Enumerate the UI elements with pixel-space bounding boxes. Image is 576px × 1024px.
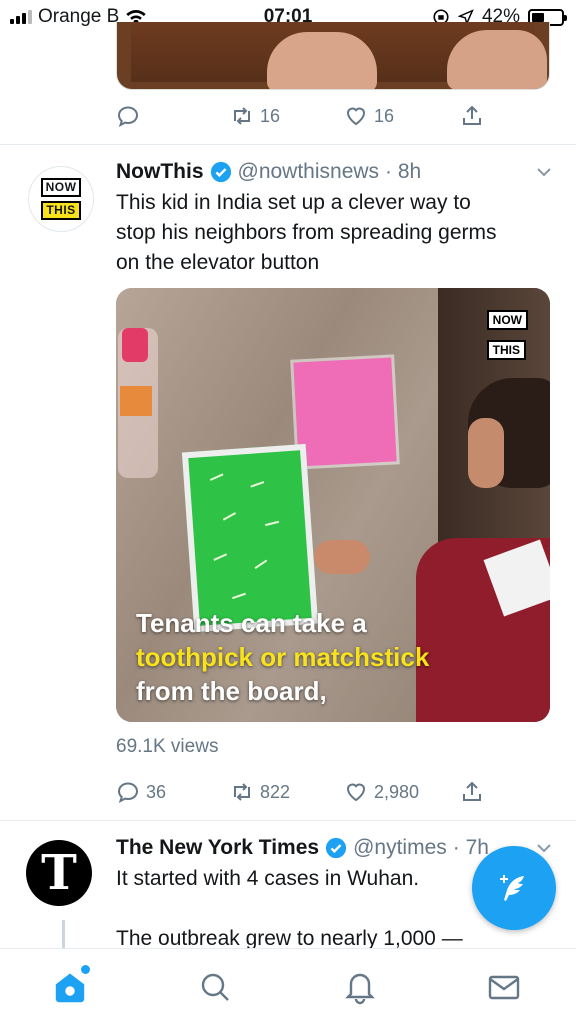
previous-tweet-media[interactable] <box>116 22 550 90</box>
user-handle[interactable]: @nowthisnews <box>238 160 380 184</box>
tweet-text-line: on the elevator button <box>116 251 320 274</box>
compose-tweet-button[interactable] <box>472 846 556 930</box>
video-pink-note <box>293 357 397 467</box>
video-caption: Tenants can take a toothpick or matchsti… <box>136 606 429 708</box>
bottom-tab-bar <box>0 948 576 1024</box>
like-count: 16 <box>374 105 395 126</box>
retweet-button[interactable]: 822 <box>230 780 290 804</box>
thread-line <box>62 920 65 948</box>
avatar-logo-now: NOW <box>40 178 82 197</box>
like-button[interactable]: 2,980 <box>344 780 419 804</box>
retweet-count: 16 <box>260 105 281 126</box>
avatar-nytimes[interactable]: T <box>26 840 92 906</box>
user-handle[interactable]: @nytimes <box>353 836 447 860</box>
tweet-time: · 7h <box>452 836 489 859</box>
tab-notifications[interactable] <box>342 969 378 1005</box>
signal-icon <box>10 10 32 24</box>
reply-icon <box>117 106 139 127</box>
tweet-header: The New York Times @nytimes · 7h <box>116 836 489 860</box>
tweet-text-line: stop his neighbors from spreading germs <box>116 221 497 244</box>
retweet-icon <box>234 783 250 801</box>
video-brand-now: NOW <box>486 310 528 330</box>
share-button[interactable] <box>460 104 484 128</box>
mail-icon <box>488 975 520 1000</box>
video-bottle-cap <box>122 328 148 362</box>
tweet-time: · 8h <box>385 160 422 183</box>
reply-button[interactable] <box>116 104 140 128</box>
new-content-dot <box>81 965 90 974</box>
video-brand-logo: NOW THIS <box>486 310 528 360</box>
like-button[interactable]: 16 <box>344 104 394 128</box>
tweet-text-line: This kid in India set up a clever way to <box>116 191 471 214</box>
tweet-text-spacer <box>116 894 476 924</box>
compose-feather-icon <box>500 875 524 901</box>
tweet-text-line: It started with 4 cases in Wuhan. <box>116 867 420 890</box>
heart-icon <box>346 107 366 126</box>
home-icon <box>55 973 85 1003</box>
nyt-logo-letter: T <box>41 845 77 901</box>
media-hand <box>267 32 377 89</box>
video-green-board <box>181 443 319 633</box>
chevron-down-icon[interactable] <box>534 162 554 182</box>
retweet-button[interactable]: 16 <box>230 104 280 128</box>
tab-home[interactable] <box>52 965 90 1005</box>
share-icon <box>463 781 481 801</box>
tab-messages[interactable] <box>486 969 522 1005</box>
share-button[interactable] <box>460 780 484 804</box>
display-name[interactable]: NowThis <box>116 160 204 184</box>
video-brand-this: THIS <box>486 340 527 360</box>
verified-badge-icon <box>210 161 231 183</box>
media-hand <box>447 30 547 89</box>
view-count: 69.1K views <box>116 736 219 757</box>
caption-line: from the board, <box>136 676 327 706</box>
display-name[interactable]: The New York Times <box>116 836 319 860</box>
video-kid-hand <box>314 540 370 574</box>
bell-icon <box>345 973 375 1005</box>
video-bottle-label <box>120 386 152 416</box>
tweet-video[interactable]: NOW THIS Tenants can take a toothpick or… <box>116 288 550 722</box>
share-icon <box>463 105 481 125</box>
reply-count: 36 <box>146 781 167 802</box>
tweet-header: NowThis @nowthisnews · 8h <box>116 160 421 184</box>
search-icon <box>201 973 229 1001</box>
tweet-text: This kid in India set up a clever way to… <box>116 188 556 278</box>
avatar-nowthis[interactable]: NOW THIS <box>28 166 94 232</box>
heart-icon <box>346 783 366 802</box>
caption-line: Tenants can take a <box>136 608 367 638</box>
like-count: 2,980 <box>374 781 420 802</box>
tweet-text: It started with 4 cases in Wuhan. The ou… <box>116 864 476 954</box>
caption-line-highlight: toothpick or matchstick <box>136 642 430 672</box>
tweet-divider <box>0 144 576 145</box>
reply-icon <box>117 782 139 803</box>
retweet-icon <box>234 107 250 125</box>
video-kid-face <box>468 418 504 488</box>
avatar-logo-this: THIS <box>41 201 81 220</box>
retweet-count: 822 <box>260 781 291 802</box>
verified-badge-icon <box>326 837 347 859</box>
tab-search[interactable] <box>197 969 233 1005</box>
carrier-name: Orange B <box>38 6 120 27</box>
reply-button[interactable]: 36 <box>116 780 166 804</box>
battery-fill <box>532 12 544 22</box>
tweet-divider <box>0 820 576 821</box>
